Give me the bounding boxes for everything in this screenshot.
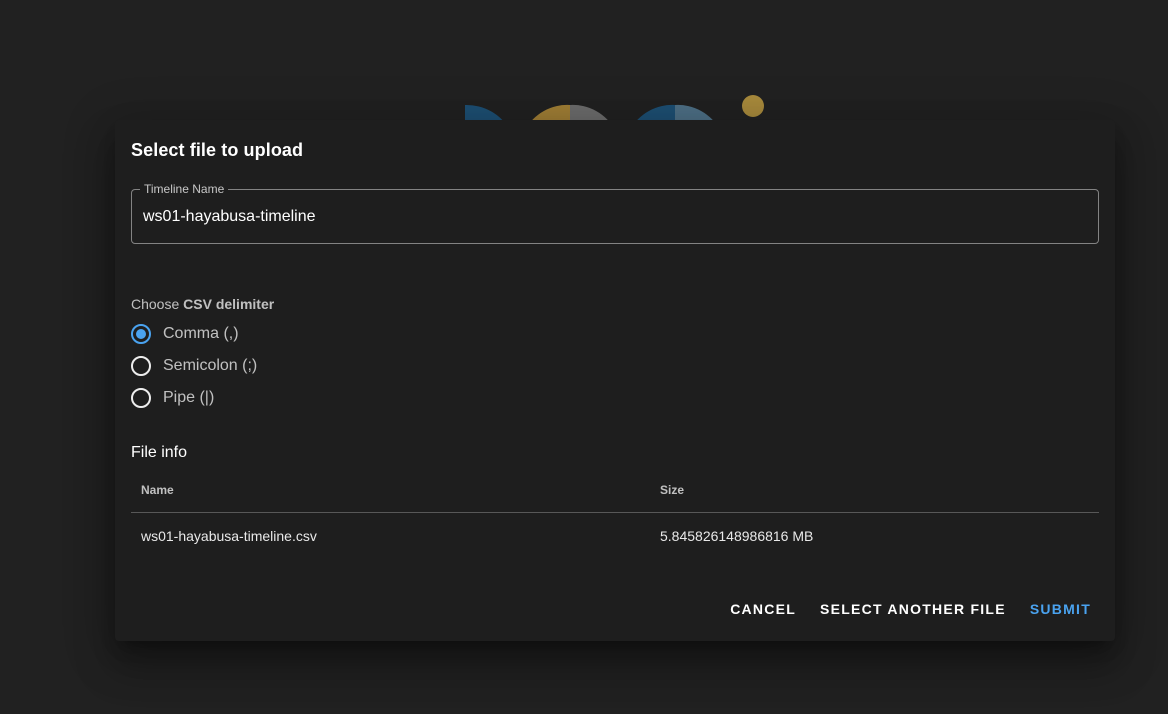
select-another-file-button[interactable]: Select another file — [812, 593, 1014, 625]
csv-delimiter-label: Choose CSV delimiter — [131, 296, 274, 312]
radio-option-semicolon[interactable]: Semicolon (;) — [131, 356, 257, 376]
upload-dialog: Select file to upload Timeline Name Choo… — [115, 120, 1115, 641]
dialog-title: Select file to upload — [131, 140, 304, 160]
timeline-name-label: Timeline Name — [140, 182, 229, 196]
file-name-cell: ws01-hayabusa-timeline.csv — [141, 528, 317, 544]
radio-semicolon[interactable] — [131, 356, 151, 376]
column-header-size: Size — [650, 468, 1099, 513]
file-info-table: Name Size ws01-hayabusa-timeline.csv 5.8… — [131, 468, 1099, 559]
timeline-name-field[interactable]: Timeline Name — [131, 182, 1099, 244]
radio-comma-label: Comma (,) — [163, 325, 239, 342]
radio-pipe[interactable] — [131, 388, 151, 408]
file-size-cell: 5.845826148986816 MB — [660, 528, 814, 544]
radio-pipe-label: Pipe (|) — [163, 389, 215, 406]
file-info-title: File info — [131, 444, 188, 461]
radio-semicolon-label: Semicolon (;) — [163, 357, 258, 374]
csv-delimiter-emphasis: CSV delimiter — [183, 296, 275, 312]
csv-delimiter-prefix: Choose — [131, 296, 184, 312]
radio-option-pipe[interactable]: Pipe (|) — [131, 388, 214, 408]
submit-button[interactable]: Submit — [1022, 593, 1099, 625]
table-header-row: Name Size — [131, 468, 1099, 513]
radio-comma[interactable] — [131, 324, 151, 344]
dialog-actions: Cancel Select another file Submit — [722, 593, 1099, 625]
radio-option-comma[interactable]: Comma (,) — [131, 324, 239, 344]
table-row: ws01-hayabusa-timeline.csv 5.84582614898… — [131, 513, 1099, 560]
timeline-name-input[interactable] — [143, 207, 1083, 227]
column-header-name: Name — [131, 468, 650, 513]
cancel-button[interactable]: Cancel — [722, 593, 804, 625]
